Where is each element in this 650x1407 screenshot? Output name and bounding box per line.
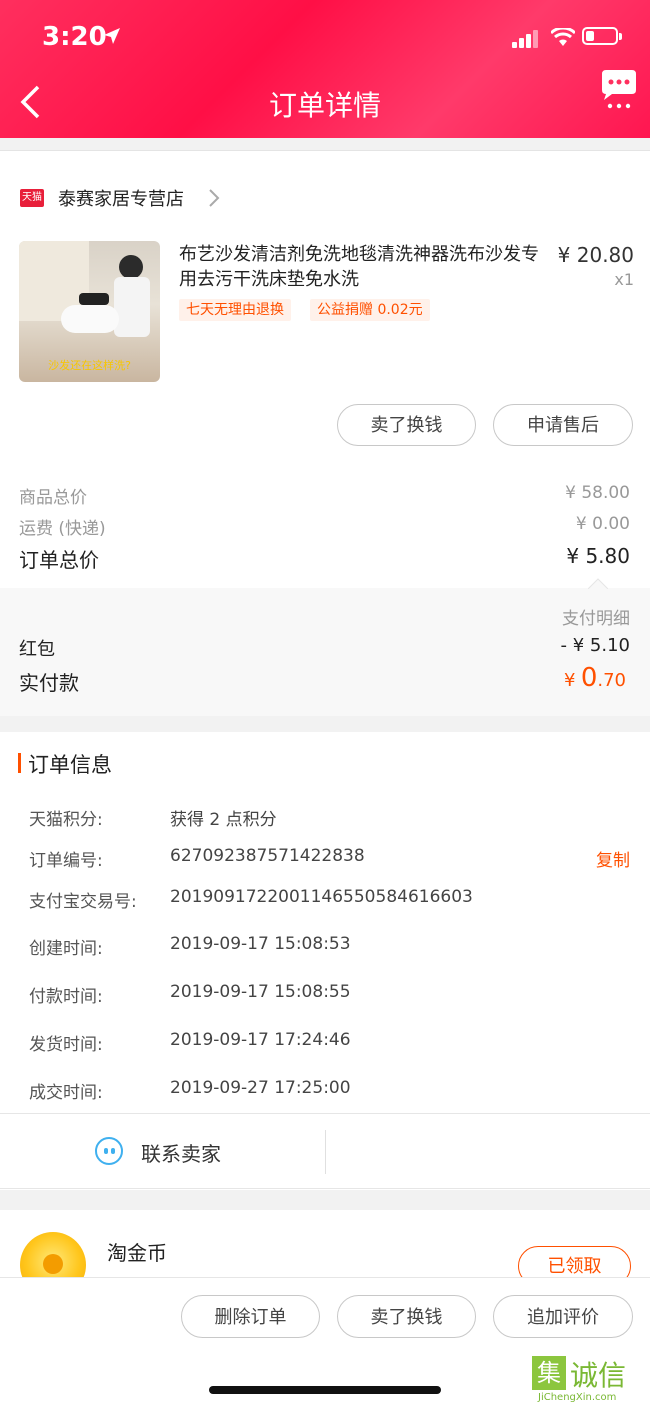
return-policy-tag: 七天无理由退换: [179, 299, 291, 321]
divider: [0, 1188, 650, 1189]
battery-icon: [582, 27, 622, 45]
watermark-logo: 集: [532, 1356, 566, 1390]
paid-label: 实付款: [19, 671, 79, 695]
tmall-badge-icon: 天猫: [20, 189, 44, 207]
product-quantity: x1: [614, 270, 634, 289]
section-gap: [0, 716, 650, 732]
paid-integer: 0: [580, 663, 598, 693]
paid-time-value: 2019-09-17 15:08:55: [170, 982, 351, 1002]
sell-button[interactable]: 卖了换钱: [337, 404, 476, 446]
completed-time-value: 2019-09-27 17:25:00: [170, 1078, 351, 1098]
paid-amount: ¥ 0.70: [564, 663, 626, 693]
sell-button-bottom[interactable]: 卖了换钱: [337, 1295, 476, 1338]
location-arrow-icon: [104, 28, 120, 44]
order-number-value: 627092387571422838: [170, 846, 365, 866]
chat-face-icon[interactable]: [95, 1137, 123, 1165]
card-top: [0, 150, 650, 165]
order-number-label: 订单编号:: [29, 851, 103, 871]
charity-tag: 公益捐赠 0.02元: [310, 299, 430, 321]
watermark-url: JiChengXin.com: [538, 1392, 617, 1403]
order-info-title: 订单信息: [28, 753, 112, 777]
shipped-time-label: 发货时间:: [29, 1035, 103, 1055]
contact-seller-button[interactable]: 联系卖家: [141, 1138, 221, 1167]
cellular-signal-icon: [512, 30, 538, 48]
after-sale-button[interactable]: 申请售后: [493, 404, 633, 446]
delete-order-button[interactable]: 删除订单: [181, 1295, 320, 1338]
created-time-value: 2019-09-17 15:08:53: [170, 934, 351, 954]
store-name[interactable]: 泰赛家居专营店: [58, 185, 184, 211]
shipping-label: 运费 (快递): [19, 519, 106, 539]
product-price: ¥ 20.80: [557, 243, 634, 267]
paid-decimal: .70: [597, 670, 626, 691]
watermark-text: 诚信: [570, 1359, 627, 1392]
paid-time-label: 付款时间:: [29, 987, 103, 1007]
copy-button[interactable]: 复制: [596, 846, 630, 871]
coins-label: 淘金币: [107, 1241, 167, 1265]
shipping-value: ¥ 0.00: [575, 514, 630, 534]
home-indicator: [209, 1386, 441, 1394]
vertical-divider: [325, 1130, 326, 1174]
points-value: 获得 2 点积分: [170, 810, 277, 830]
completed-time-label: 成交时间:: [29, 1083, 103, 1103]
product-image[interactable]: 沙发还在这样洗?: [19, 241, 160, 382]
order-total-label: 订单总价: [19, 548, 99, 572]
chevron-right-icon[interactable]: [208, 188, 220, 208]
page-title: 订单详情: [268, 89, 381, 122]
product-image-caption: 沙发还在这样洗?: [48, 359, 131, 372]
created-time-label: 创建时间:: [29, 939, 103, 959]
red-packet-value: - ¥ 5.10: [560, 635, 630, 656]
alipay-trade-label: 支付宝交易号:: [29, 892, 137, 912]
order-total-value: ¥ 5.80: [566, 544, 630, 568]
paid-currency: ¥: [563, 670, 576, 691]
payment-detail-label[interactable]: 支付明细: [562, 604, 630, 629]
red-packet-label: 红包: [19, 639, 55, 660]
message-bubble-icon[interactable]: [598, 68, 640, 110]
add-review-button[interactable]: 追加评价: [493, 1295, 633, 1338]
divider: [0, 1113, 650, 1114]
alipay-trade-value: 2019091722001146550584616603: [170, 887, 473, 907]
status-time: 3:20: [42, 22, 107, 52]
goods-total-value: ¥ 58.00: [565, 483, 630, 503]
section-accent-bar: [18, 753, 21, 773]
payment-detail-box: [0, 578, 650, 716]
shipped-time-value: 2019-09-17 17:24:46: [170, 1030, 351, 1050]
goods-total-label: 商品总价: [19, 488, 87, 508]
product-title[interactable]: 布艺沙发清洁剂免洗地毯清洗神器洗布沙发专用去污干洗床垫免水洗: [179, 242, 539, 292]
wifi-icon: [551, 28, 575, 46]
section-gap: [0, 1190, 650, 1210]
points-label: 天猫积分:: [29, 810, 103, 830]
